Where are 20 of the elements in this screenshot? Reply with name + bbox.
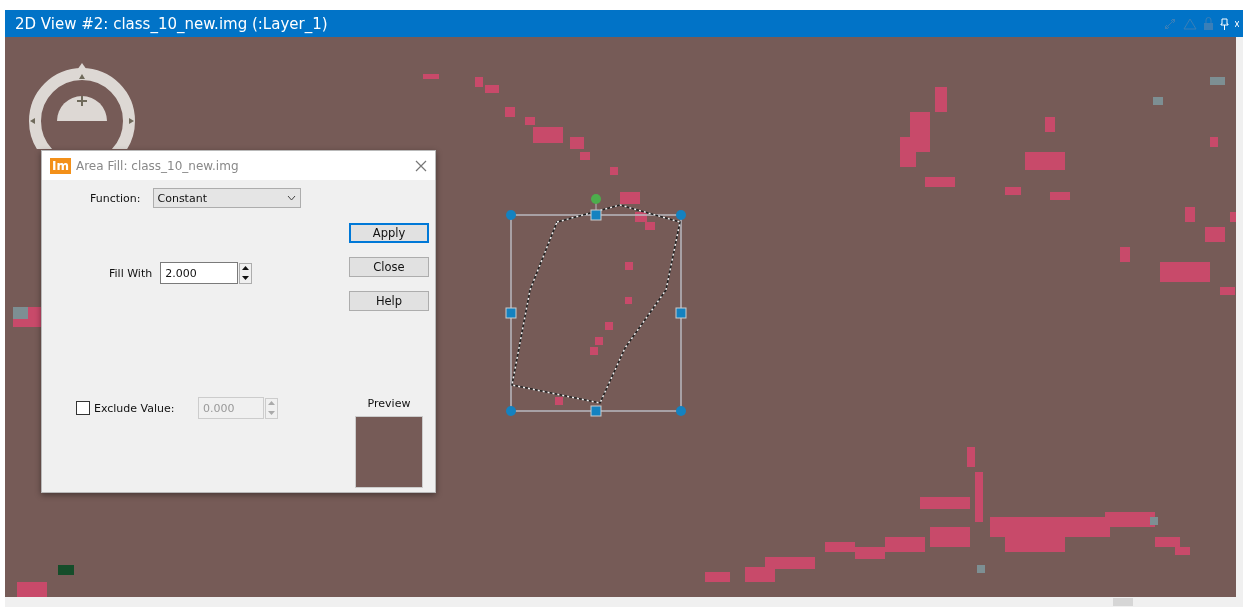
dialog-title: Area Fill: class_10_new.img: [75, 158, 240, 173]
function-dropdown[interactable]: Constant: [152, 188, 301, 208]
exclude-value-label: Exclude Value:: [94, 401, 176, 415]
close-icon[interactable]: [415, 159, 427, 172]
horizontal-scrollbar[interactable]: [5, 597, 1243, 607]
chevron-down-icon[interactable]: [286, 195, 296, 201]
function-label: Function:: [90, 191, 141, 205]
dialog-button[interactable]: Apply: [349, 223, 429, 243]
spinner-icon[interactable]: [239, 262, 253, 284]
fill-value-field[interactable]: 2.000: [160, 262, 239, 284]
dialog-button[interactable]: Help: [349, 291, 429, 311]
preview-swatch: [355, 416, 423, 488]
vertical-scrollbar[interactable]: [1236, 37, 1243, 597]
pin-icon[interactable]: [1220, 17, 1229, 30]
window-title: 2D View #2: class_10_new.img (:Layer_1): [15, 14, 329, 33]
app-logo: Im: [50, 157, 71, 174]
dialog-button[interactable]: Close: [349, 257, 429, 277]
preview-label: Preview: [367, 397, 411, 410]
close-icon[interactable]: [1235, 18, 1239, 29]
fill-with-label: Fill With: [109, 266, 153, 280]
